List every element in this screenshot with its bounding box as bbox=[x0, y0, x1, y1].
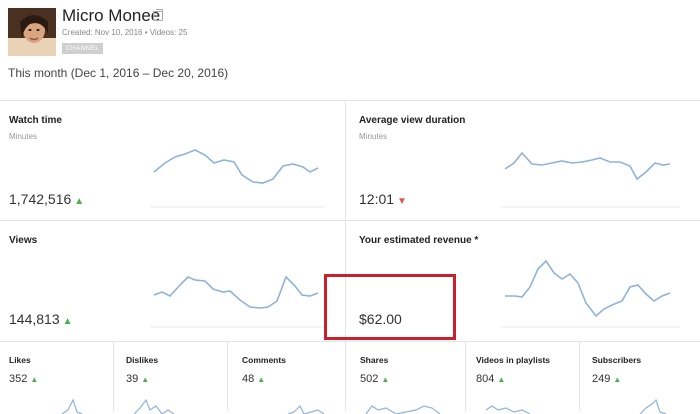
trend-up-icon: ▲ bbox=[613, 375, 622, 384]
metric-value: 352 bbox=[9, 373, 28, 385]
trend-up-icon: ▲ bbox=[30, 375, 39, 384]
date-range-label: This month (Dec 1, 2016 – Dec 20, 2016) bbox=[8, 66, 229, 80]
metric-label: Videos in playlists bbox=[476, 355, 551, 365]
channel-meta: Created: Nov 10, 2016 • Videos: 25 bbox=[62, 28, 188, 37]
videos-in-playlists-sparkline bbox=[485, 405, 531, 414]
metric-value-row: 249 ▲ bbox=[592, 373, 621, 385]
metric-value-row: 502 ▲ bbox=[360, 373, 389, 385]
metric-value: 39 bbox=[126, 373, 139, 385]
shares-metric[interactable]: Shares 502 ▲ bbox=[345, 341, 465, 414]
likes-metric[interactable]: Likes 352 ▲ bbox=[0, 341, 113, 414]
highlight-box bbox=[324, 274, 456, 340]
card-title: Average view duration bbox=[359, 115, 466, 126]
views-sparkline bbox=[150, 275, 325, 328]
card-subtitle: Minutes bbox=[359, 132, 388, 141]
avatar[interactable] bbox=[8, 8, 56, 56]
trend-up-icon: ▲ bbox=[381, 375, 390, 384]
avg-view-duration-sparkline bbox=[500, 151, 680, 208]
dislikes-metric[interactable]: Dislikes 39 ▲ bbox=[114, 341, 227, 414]
trend-up-icon: ▲ bbox=[62, 316, 73, 327]
metric-label: Comments bbox=[242, 355, 286, 365]
metric-value: 804 bbox=[476, 373, 495, 385]
avg-view-duration-value: 12:01 ▼ bbox=[359, 191, 407, 207]
comments-metric[interactable]: Comments 48 ▲ bbox=[228, 341, 345, 414]
metric-value: 249 bbox=[592, 373, 611, 385]
channel-header: Micro Monee Created: Nov 10, 2016 • Vide… bbox=[0, 0, 700, 100]
trend-down-icon: ▼ bbox=[397, 196, 407, 207]
subscribers-sparkline bbox=[639, 398, 667, 414]
card-title: Views bbox=[9, 235, 38, 246]
likes-sparkline bbox=[61, 398, 83, 414]
views-value: 144,813 ▲ bbox=[9, 311, 73, 327]
card-title: Your estimated revenue * bbox=[359, 235, 479, 246]
comments-sparkline bbox=[287, 404, 325, 414]
trend-up-icon: ▲ bbox=[257, 375, 266, 384]
metric-value: 1,742,516 bbox=[9, 191, 72, 207]
subscribers-metric[interactable]: Subscribers 249 ▲ bbox=[580, 341, 700, 414]
revenue-sparkline bbox=[500, 259, 680, 328]
dislikes-sparkline bbox=[133, 398, 175, 414]
metric-value-row: 39 ▲ bbox=[126, 373, 149, 385]
metric-label: Dislikes bbox=[126, 355, 159, 365]
metric-value-row: 48 ▲ bbox=[242, 373, 265, 385]
trend-up-icon: ▲ bbox=[74, 196, 85, 207]
metric-label: Shares bbox=[360, 355, 389, 365]
watch-time-card[interactable]: Watch time Minutes 1,742,516 ▲ bbox=[0, 100, 345, 220]
metric-value: 48 bbox=[242, 373, 255, 385]
metric-value-row: 804 ▲ bbox=[476, 373, 505, 385]
card-subtitle: Minutes bbox=[9, 132, 38, 141]
metric-label: Likes bbox=[9, 355, 31, 365]
views-card[interactable]: Views 144,813 ▲ bbox=[0, 220, 345, 341]
shares-sparkline bbox=[365, 405, 441, 414]
avg-view-duration-card[interactable]: Average view duration Minutes 12:01 ▼ bbox=[345, 100, 700, 220]
videos-in-playlists-metric[interactable]: Videos in playlists 804 ▲ bbox=[466, 341, 579, 414]
channel-name[interactable]: Micro Monee bbox=[62, 6, 160, 26]
metric-value: 502 bbox=[360, 373, 379, 385]
watch-time-value: 1,742,516 ▲ bbox=[9, 191, 84, 207]
trend-up-icon: ▲ bbox=[141, 375, 150, 384]
metric-label: Subscribers bbox=[592, 355, 642, 365]
external-link-icon[interactable] bbox=[153, 9, 163, 21]
channel-badge: CHANNEL bbox=[62, 43, 104, 54]
watch-time-sparkline bbox=[150, 149, 325, 208]
card-title: Watch time bbox=[9, 115, 62, 126]
metric-value: 144,813 bbox=[9, 311, 60, 327]
metric-value: 12:01 bbox=[359, 191, 395, 207]
trend-up-icon: ▲ bbox=[497, 375, 506, 384]
metric-value-row: 352 ▲ bbox=[9, 373, 38, 385]
